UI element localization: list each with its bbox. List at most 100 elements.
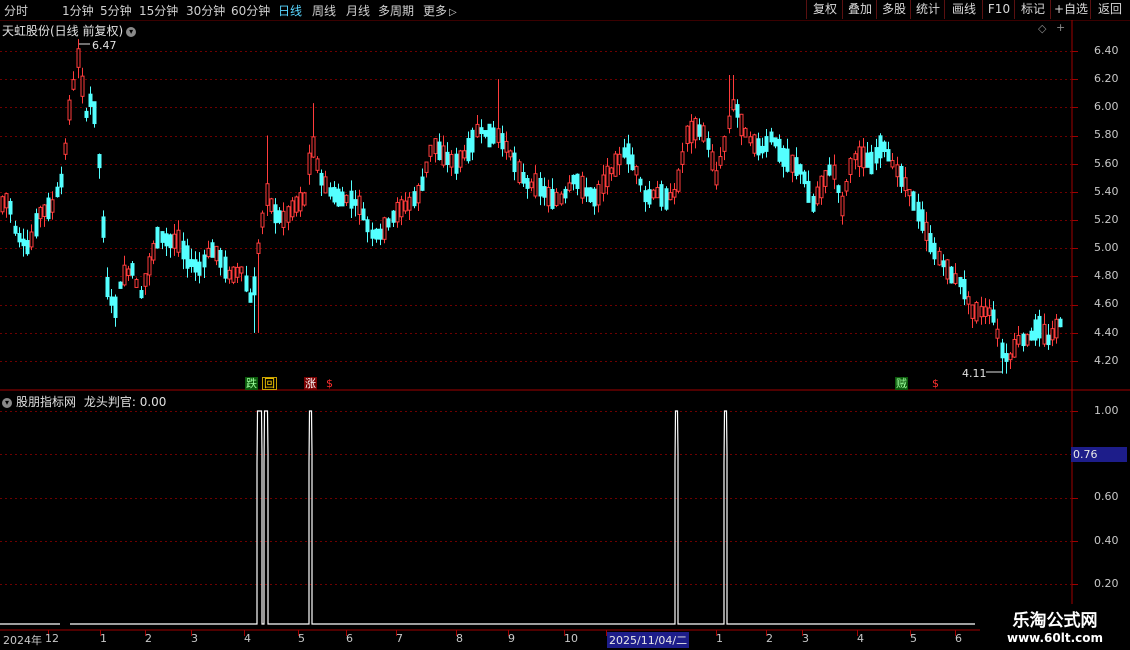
candle-body [802, 171, 807, 185]
signal-hui: 回 [262, 377, 277, 390]
candle-body [281, 210, 286, 228]
candle-body [848, 158, 853, 176]
candle-body [197, 261, 202, 276]
candle-body [231, 266, 236, 283]
candle-body [441, 145, 446, 166]
candle-body [781, 147, 786, 167]
candle-body [206, 247, 211, 258]
candle-body [907, 189, 912, 197]
candle-body [290, 200, 295, 218]
candle-body [273, 204, 278, 224]
candle-body [1050, 328, 1055, 341]
candle-body [613, 153, 618, 177]
candle-body [147, 256, 152, 276]
candle-body [1008, 353, 1013, 361]
candle-body [365, 219, 370, 233]
date-tick: 2 [145, 632, 152, 645]
candle-body [29, 231, 34, 248]
date-tick: 9 [508, 632, 515, 645]
candle-body [512, 152, 517, 173]
candle-body [151, 243, 156, 261]
candle-body [8, 200, 13, 215]
candle-body [76, 48, 81, 68]
candle-body [550, 188, 555, 209]
signal-dollar-1: $ [326, 377, 333, 390]
watermark-url: www.60lt.com [1006, 631, 1104, 645]
candlesticks [0, 39, 1063, 374]
indicator-line [0, 410, 975, 625]
candle-body [239, 266, 244, 274]
candle-body [395, 201, 400, 223]
price-tick: 4.80 [1094, 269, 1119, 282]
watermark-title: 乐淘公式网 [1012, 611, 1098, 631]
candle-body [504, 140, 509, 153]
date-tick: 6 [955, 632, 962, 645]
candle-body [853, 153, 858, 161]
candle-body [970, 304, 975, 319]
candle-body [202, 254, 207, 268]
candle-body [672, 189, 677, 198]
candle-body [487, 123, 492, 148]
candle-body [727, 115, 732, 130]
candle-body [323, 176, 328, 194]
candle-body [391, 210, 396, 223]
date-tick: 8 [456, 632, 463, 645]
price-tick: 5.00 [1094, 241, 1119, 254]
candle-body [680, 151, 685, 165]
candle-body [265, 183, 270, 206]
candle-body [416, 184, 421, 204]
chevron-down-icon[interactable]: ▾ [2, 397, 12, 408]
candle-body [294, 196, 299, 213]
candle-body [424, 161, 429, 173]
candle-body [109, 296, 114, 306]
candle-body [1021, 333, 1026, 347]
candle-body [168, 234, 173, 249]
candle-body [466, 138, 471, 162]
date-tick: 10 [564, 632, 578, 645]
candle-body [50, 199, 55, 213]
candle-body [899, 165, 904, 187]
candle-body [777, 138, 782, 162]
candle-body [630, 154, 635, 171]
candle-body [92, 101, 97, 125]
candle-body [895, 164, 900, 178]
kline-chart[interactable] [0, 0, 1130, 650]
candle-body [869, 151, 874, 175]
candle-body [227, 269, 232, 280]
candle-body [903, 177, 908, 192]
candle-body [462, 150, 467, 159]
candle-body [458, 150, 463, 168]
candle-body [176, 229, 181, 253]
candle-body [420, 176, 425, 191]
candle-body [449, 153, 454, 168]
candle-body [764, 136, 769, 152]
candle-body [521, 171, 526, 184]
price-tick: 5.40 [1094, 185, 1119, 198]
candle-body [126, 268, 131, 276]
candle-body [832, 164, 837, 180]
current-value-tag: 0.76 [1071, 447, 1127, 462]
candle-body [937, 250, 942, 266]
candle-body [189, 259, 194, 268]
candle-body [865, 152, 870, 168]
candle-body [1033, 319, 1038, 341]
candle-body [386, 218, 391, 228]
candle-body [21, 238, 26, 247]
candle-body [735, 104, 740, 118]
candle-body [172, 233, 177, 249]
candle-body [601, 174, 606, 194]
candle-body [437, 141, 442, 161]
candle-body [1025, 334, 1030, 346]
indicator-series [0, 410, 975, 625]
candle-body [181, 240, 186, 260]
candle-body [403, 200, 408, 212]
candle-body [353, 199, 358, 206]
candle-body [1042, 323, 1047, 345]
candle-body [844, 181, 849, 192]
candle-body [340, 191, 345, 207]
candle-body [815, 186, 820, 205]
price-tick: 5.80 [1094, 128, 1119, 141]
candle-body [546, 186, 551, 207]
candle-body [235, 266, 240, 278]
candle-body [655, 187, 660, 199]
